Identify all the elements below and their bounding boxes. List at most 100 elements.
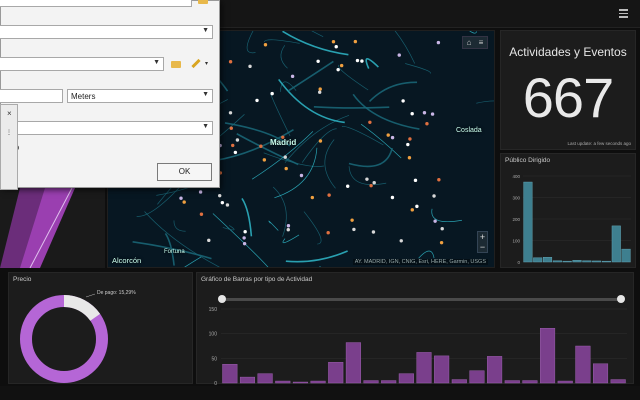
menu-icon[interactable] [619, 9, 628, 18]
zoom-controls: + − [477, 231, 488, 253]
ok-button[interactable]: OK [157, 163, 212, 181]
map-event-point [425, 122, 429, 126]
map-event-point [220, 200, 225, 205]
map-event-point [326, 231, 330, 235]
map-road [319, 266, 321, 267]
map-road [303, 211, 322, 245]
map-event-point [242, 241, 247, 246]
pencil-icon[interactable] [191, 58, 201, 69]
map-road [282, 234, 300, 244]
map-event-point [397, 53, 401, 57]
kpi-last-update: Last update: a few seconds ago [567, 141, 631, 146]
map-event-point [439, 240, 444, 245]
activity-bar [610, 379, 626, 384]
dialog-dropdown-1[interactable]: ▼ [0, 25, 213, 39]
layers-icon[interactable]: ≡ [475, 37, 487, 48]
map-event-point [318, 87, 322, 91]
map-event-point [406, 142, 410, 147]
activity-bar [292, 381, 308, 384]
map-event-point [290, 74, 295, 79]
activity-bar [381, 380, 397, 384]
map-road [365, 58, 379, 69]
activity-bar-chart: 0 50 100 150 [209, 307, 627, 385]
map-event-point [327, 193, 331, 197]
map-road [268, 220, 279, 231]
activity-bar [222, 364, 238, 384]
map-label-madrid: Madrid [270, 138, 297, 147]
map-event-point [390, 135, 395, 140]
close-icon[interactable]: × [7, 109, 12, 118]
map-event-point [242, 236, 246, 240]
secondary-dialog: × ⋮ [0, 104, 18, 190]
y-tick-label: 0 [214, 381, 217, 385]
histogram-bar [552, 260, 562, 263]
map-event-point [299, 173, 304, 178]
map-event-point [235, 138, 240, 142]
map-road [282, 31, 349, 56]
map-event-point [372, 181, 376, 185]
map-event-point [263, 43, 268, 47]
activity-bar [328, 362, 344, 384]
folder-icon[interactable] [198, 0, 208, 4]
map-event-point [248, 64, 252, 69]
histogram-bar [611, 225, 621, 263]
map-event-point [353, 39, 358, 44]
map-road [313, 105, 390, 109]
map-event-point [317, 90, 322, 94]
map-road [348, 147, 393, 168]
dialog-dropdown-2[interactable]: ▼ [0, 57, 164, 71]
map-controls: ⌂ ≡ [462, 36, 488, 49]
chevron-down-icon[interactable]: ▾ [205, 60, 208, 67]
y-tick-label: 150 [209, 307, 218, 313]
map-event-point [436, 40, 441, 45]
folder-icon[interactable] [171, 61, 181, 68]
map-event-point [410, 112, 414, 116]
map-event-point [243, 230, 247, 234]
map-event-point [422, 111, 427, 115]
map-event-point [371, 230, 376, 234]
map-event-point [365, 177, 369, 181]
activity-bar [592, 363, 609, 384]
map-event-point [259, 144, 263, 148]
home-icon[interactable]: ⌂ [463, 37, 475, 48]
y-tick-label: 100 [209, 332, 218, 338]
histogram-bar [543, 257, 553, 263]
chevron-down-icon: ▼ [202, 123, 209, 130]
map-event-point [310, 195, 315, 200]
activity-bar [451, 379, 467, 384]
dialog-field-1[interactable] [0, 0, 192, 7]
map-event-point [228, 111, 233, 115]
y-tick-label: 100 [512, 239, 520, 244]
more-icon[interactable]: ⋮ [6, 130, 12, 136]
activity-bar [540, 328, 556, 384]
unit-value: Meters [71, 92, 96, 101]
y-tick-label: 300 [512, 196, 520, 201]
map-road [360, 123, 402, 159]
map-road [285, 250, 348, 263]
y-tick-label: 200 [512, 217, 520, 222]
dialog-dropdown-3[interactable]: ▼ [0, 121, 213, 135]
barchart-panel: Gráfico de Barras por tipo de Actividad … [196, 272, 634, 385]
dialog-number-input[interactable] [0, 89, 63, 103]
activity-bar [522, 380, 538, 384]
activity-bar [557, 380, 573, 384]
map-event-point [399, 239, 403, 243]
zoom-out-button[interactable]: − [478, 242, 487, 252]
unit-dropdown[interactable]: Meters ▼ [67, 89, 213, 103]
activity-bar [398, 373, 414, 384]
map-event-point [408, 137, 412, 141]
map-event-point [440, 227, 444, 231]
zoom-in-button[interactable]: + [478, 232, 487, 242]
map-road [469, 31, 477, 34]
map-road [418, 250, 435, 259]
map-road [301, 128, 337, 163]
map-road [352, 93, 420, 130]
map-event-point [360, 59, 364, 63]
map-event-point [284, 166, 288, 171]
map-road [338, 64, 369, 91]
map-road [184, 256, 202, 267]
donut-legend: De pago: 15,29% [97, 290, 136, 296]
kpi-title: Actividades y Eventos [509, 45, 627, 59]
map-event-point [229, 126, 233, 130]
map-event-point [433, 219, 437, 223]
